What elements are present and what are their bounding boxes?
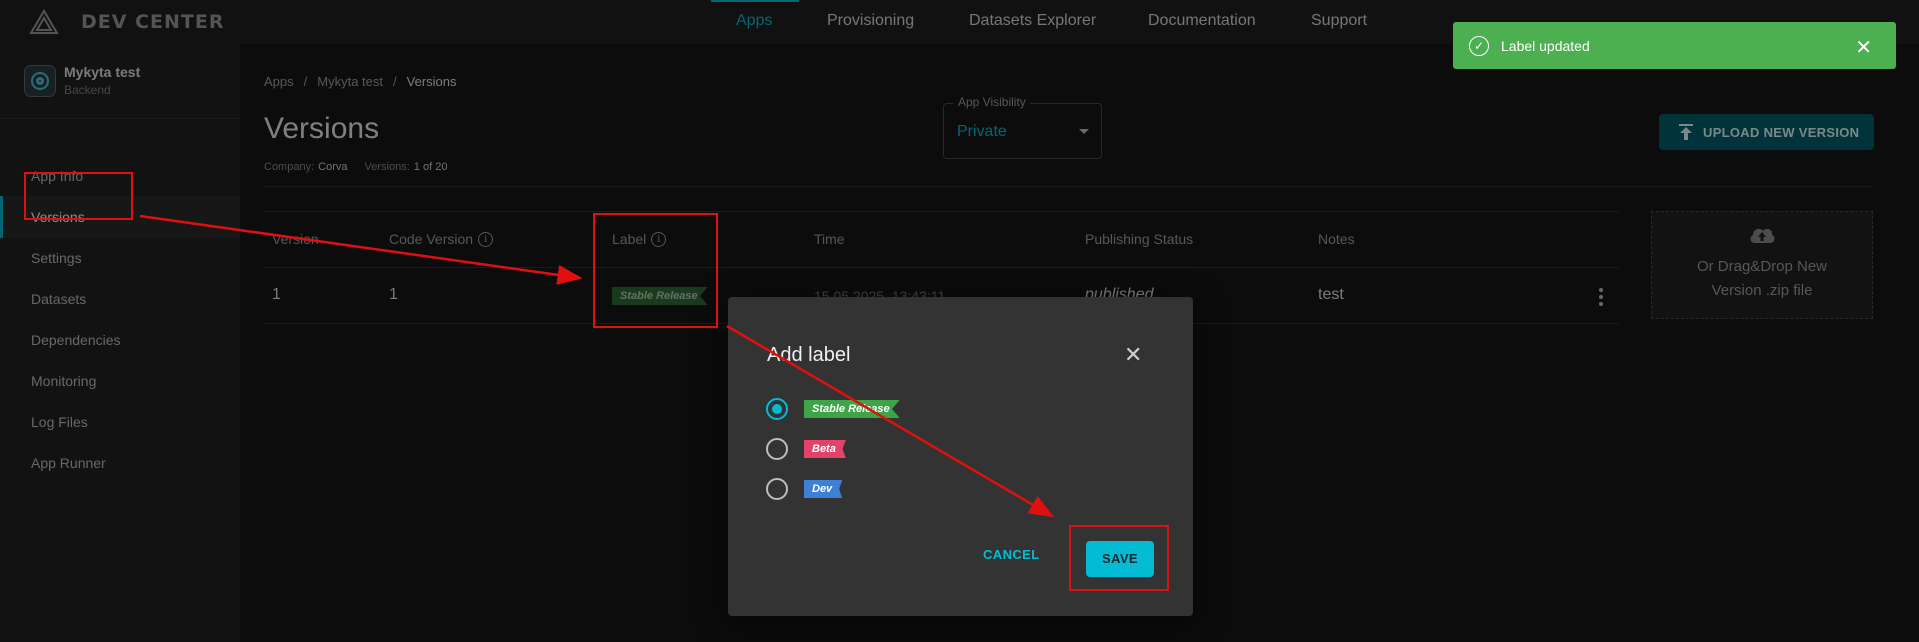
annotation-arrow (139, 214, 583, 285)
annotation-arrows (139, 214, 1055, 518)
annotation-arrow (726, 324, 1055, 518)
